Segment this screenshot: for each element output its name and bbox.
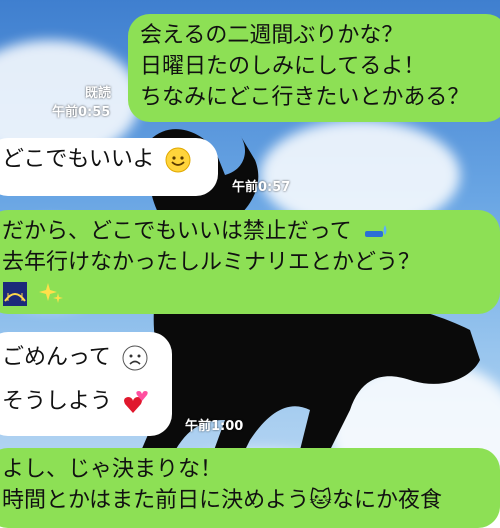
sparkles-emoji bbox=[39, 283, 63, 303]
sad-face-emoji bbox=[122, 345, 148, 371]
chat-bubble-sent[interactable]: よし、じゃ決まりな！ 時間とかはまた前日に決めよう🐱なにか夜食 bbox=[0, 448, 500, 528]
timestamp: 午前0:55 bbox=[52, 105, 111, 120]
chat-bubble-received[interactable]: ごめんって そうしよう bbox=[0, 332, 172, 436]
message-text: 去年行けなかったしルミナリエとかどう？ bbox=[2, 250, 421, 275]
message-text: よし、じゃ決まりな！ bbox=[2, 457, 223, 482]
message-text: 日曜日たのしみにしてるよ！ bbox=[140, 54, 426, 79]
timestamp: 午前1:00 bbox=[185, 419, 244, 434]
message-text: ちなみにどこ行きたいとかある？ bbox=[140, 85, 470, 110]
chat-bubble-sent[interactable]: だから、どこでもいいは禁止だって 去年行けなかったしルミナリエとかどう？ bbox=[0, 210, 500, 314]
chat-bubble-sent[interactable]: 会えるの二週間ぶりかな？ 日曜日たのしみにしてるよ！ ちなみにどこ行きたいとかあ… bbox=[128, 14, 500, 122]
chat-bubble-received[interactable]: どこでもいいよ bbox=[0, 138, 218, 196]
message-text: だから、どこでもいいは禁止だって bbox=[2, 219, 352, 244]
read-receipt: 既読 bbox=[85, 86, 112, 101]
message-text: 時間とかはまた前日に決めよう🐱なにか夜食 bbox=[2, 488, 443, 513]
message-text: ごめんって bbox=[2, 345, 111, 370]
sweat-face-emoji bbox=[364, 225, 387, 237]
message-text: そうしよう bbox=[2, 389, 113, 414]
message-text: 会えるの二週間ぶりかな？ bbox=[140, 23, 404, 48]
timestamp: 午前0:57 bbox=[232, 180, 291, 195]
hearts-emoji bbox=[124, 391, 148, 413]
message-text: どこでもいいよ bbox=[2, 147, 155, 172]
smiling-face-emoji bbox=[165, 147, 191, 173]
night-bridge-emoji bbox=[3, 282, 27, 306]
